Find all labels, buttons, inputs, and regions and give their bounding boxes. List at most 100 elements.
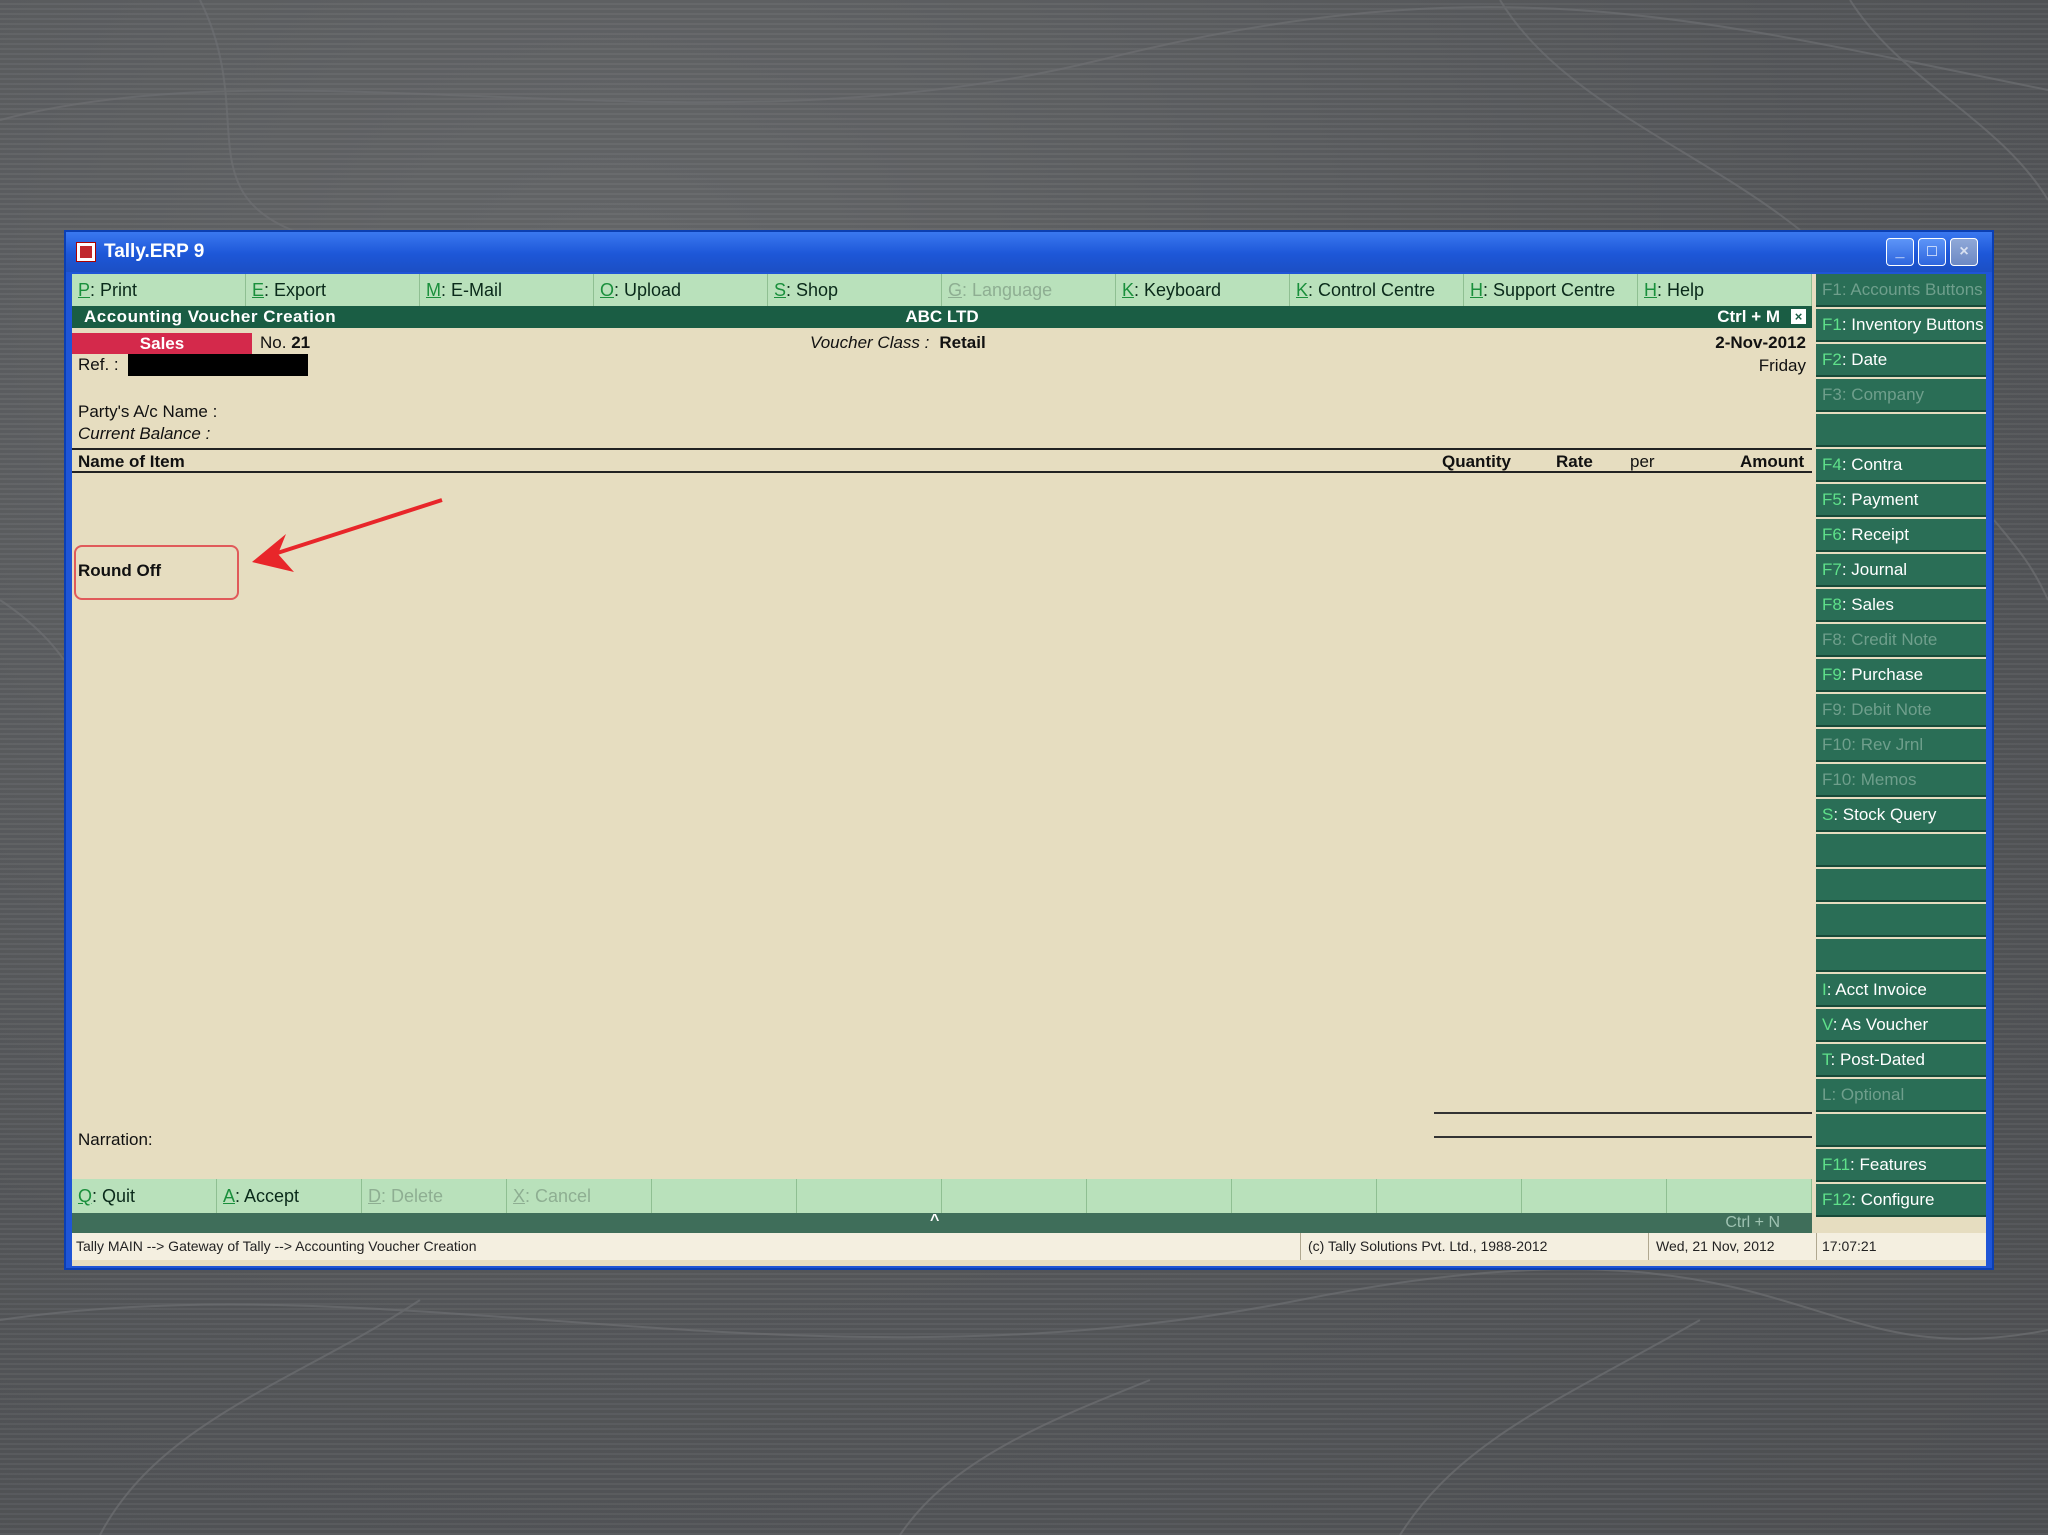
panel-button-accounts-buttons[interactable]: F1: Accounts Buttons <box>1816 274 1986 307</box>
panel-button-payment[interactable]: F5: Payment <box>1816 484 1986 517</box>
header-close-icon[interactable]: × <box>1791 309 1806 324</box>
expand-caret-icon[interactable]: ^ <box>930 1212 939 1230</box>
status-separator <box>1300 1233 1301 1260</box>
button-empty <box>1377 1179 1522 1213</box>
shortcut-key: D <box>368 1186 381 1206</box>
shortcut-key: F8 <box>1822 595 1842 614</box>
button-label: : Shop <box>786 280 839 300</box>
menu-keyboard[interactable]: K: Keyboard <box>1116 274 1290 306</box>
panel-button-as-voucher[interactable]: V: As Voucher <box>1816 1009 1986 1042</box>
panel-button-company[interactable]: F3: Company <box>1816 379 1986 412</box>
panel-button-debit-note[interactable]: F9: Debit Note <box>1816 694 1986 727</box>
button-accept[interactable]: A: Accept <box>217 1179 362 1213</box>
button-label: : Accept <box>235 1186 300 1206</box>
red-arrow-annotation <box>252 498 443 572</box>
button-empty <box>652 1179 797 1213</box>
shortcut-key: K <box>1296 280 1309 300</box>
button-label: : Payment <box>1841 490 1919 509</box>
shortcut-key: S <box>774 280 787 300</box>
shortcut-key: F11 <box>1822 1155 1851 1174</box>
button-label: : Sales <box>1841 595 1894 614</box>
title-bar[interactable]: Tally.ERP 9 _ □ × <box>66 232 1992 272</box>
button-delete[interactable]: D: Delete <box>362 1179 507 1213</box>
shortcut-key: F12 <box>1822 1190 1852 1209</box>
button-label: : Date <box>1841 350 1888 369</box>
shortcut-key: H <box>1644 280 1657 300</box>
menu-shop[interactable]: S: Shop <box>768 274 942 306</box>
menu-control-centre[interactable]: K: Control Centre <box>1290 274 1464 306</box>
shortcut-key: F7 <box>1822 560 1842 579</box>
tally-app-icon <box>76 242 96 262</box>
panel-button-purchase[interactable]: F9: Purchase <box>1816 659 1986 692</box>
menu-help[interactable]: H: Help <box>1638 274 1812 306</box>
button-label: : Company <box>1841 385 1925 404</box>
panel-button-features[interactable]: F11: Features <box>1816 1149 1986 1182</box>
button-label: : Rev Jrnl <box>1851 735 1924 754</box>
client-area: P: Print E: Export M: E-Mail O: Upload S: Sh… <box>72 274 1986 1266</box>
panel-button-memos[interactable]: F10: Memos <box>1816 764 1986 797</box>
button-label: : Accounts Buttons <box>1841 280 1983 299</box>
button-label: : Credit Note <box>1841 630 1938 649</box>
status-date: Wed, 21 Nov, 2012 <box>1656 1238 1775 1254</box>
shortcut-key: G <box>948 280 963 300</box>
top-menu-bar: P: Print E: Export M: E-Mail O: Upload S: Sh… <box>72 274 1812 306</box>
menu-upload[interactable]: O: Upload <box>594 274 768 306</box>
panel-button-sales[interactable]: F8: Sales <box>1816 589 1986 622</box>
panel-button-credit-note[interactable]: F8: Credit Note <box>1816 624 1986 657</box>
status-copyright: (c) Tally Solutions Pvt. Ltd., 1988-2012 <box>1308 1238 1548 1254</box>
shortcut-key: Q <box>78 1186 93 1206</box>
panel-button-empty <box>1816 869 1986 902</box>
total-line-top <box>1434 1112 1812 1114</box>
shortcut-key: F1 <box>1822 315 1842 334</box>
header-shortcut: Ctrl + M <box>1717 307 1780 326</box>
button-label: : Memos <box>1851 770 1917 789</box>
panel-button-configure[interactable]: F12: Configure <box>1816 1184 1986 1217</box>
button-label: : Stock Query <box>1833 805 1937 824</box>
panel-button-optional[interactable]: L: Optional <box>1816 1079 1986 1112</box>
button-label: : Export <box>264 280 327 300</box>
shortcut-key: F5 <box>1822 490 1842 509</box>
panel-button-date[interactable]: F2: Date <box>1816 344 1986 377</box>
button-label: : Upload <box>614 280 682 300</box>
menu-support-centre[interactable]: H: Support Centre <box>1464 274 1638 306</box>
button-empty <box>1087 1179 1232 1213</box>
panel-button-post-dated[interactable]: T: Post-Dated <box>1816 1044 1986 1077</box>
panel-button-stock-query[interactable]: S: Stock Query <box>1816 799 1986 832</box>
panel-button-inventory-buttons[interactable]: F1: Inventory Buttons <box>1816 309 1986 342</box>
button-label: : Acct Invoice <box>1826 980 1927 999</box>
button-empty <box>1667 1179 1812 1213</box>
button-label: : Journal <box>1841 560 1908 579</box>
bottom-button-bar: Q: Quit A: Accept D: Delete X: Cancel <box>72 1179 1812 1213</box>
shortcut-key: E <box>252 280 265 300</box>
menu-print[interactable]: P: Print <box>72 274 246 306</box>
minimize-button[interactable]: _ <box>1886 238 1914 266</box>
shortcut-key: A <box>223 1186 236 1206</box>
button-cancel[interactable]: X: Cancel <box>507 1179 652 1213</box>
menu-export[interactable]: E: Export <box>246 274 420 306</box>
shortcut-key: F4 <box>1822 455 1842 474</box>
panel-button-contra[interactable]: F4: Contra <box>1816 449 1986 482</box>
shortcut-key: S <box>1822 805 1834 824</box>
panel-button-rev-jrnl[interactable]: F10: Rev Jrnl <box>1816 729 1986 762</box>
shortcut-key: P <box>78 280 91 300</box>
maximize-button[interactable]: □ <box>1918 238 1946 266</box>
shortcut-key: T <box>1822 1050 1831 1069</box>
panel-button-acct-invoice[interactable]: I: Acct Invoice <box>1816 974 1986 1007</box>
shortcut-key: F2 <box>1822 350 1842 369</box>
total-line-bottom <box>1434 1136 1812 1138</box>
bottom-info-bar: ^ Ctrl + N <box>72 1212 1812 1233</box>
button-label: : Delete <box>381 1186 444 1206</box>
status-bar: Tally MAIN --> Gateway of Tally --> Acco… <box>72 1233 1986 1260</box>
panel-button-empty <box>1816 904 1986 937</box>
shortcut-key: F9 <box>1822 700 1842 719</box>
button-quit[interactable]: Q: Quit <box>72 1179 217 1213</box>
button-empty <box>797 1179 942 1213</box>
panel-button-receipt[interactable]: F6: Receipt <box>1816 519 1986 552</box>
button-label: : Help <box>1657 280 1705 300</box>
voucher-body: Sales No. 21 Ref. : Voucher Class : Retai… <box>72 328 1812 1266</box>
menu-e-mail[interactable]: M: E-Mail <box>420 274 594 306</box>
screen-header: Accounting Voucher Creation ABC LTD Ctrl… <box>72 306 1812 328</box>
close-button[interactable]: × <box>1950 238 1978 266</box>
panel-button-journal[interactable]: F7: Journal <box>1816 554 1986 587</box>
menu-language[interactable]: G: Language <box>942 274 1116 306</box>
